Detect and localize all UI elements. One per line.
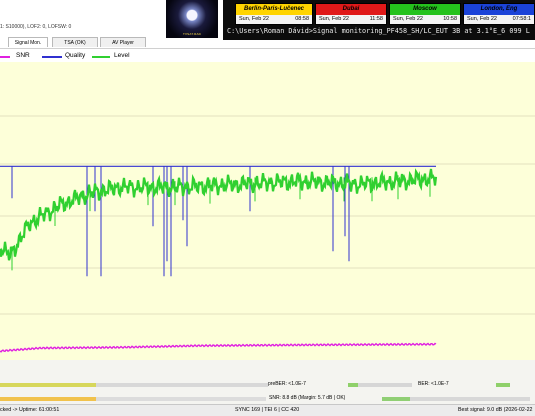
clock-row: Sun, Feb 22 10:58: [390, 15, 460, 24]
tab-tsa[interactable]: TSA (OK): [52, 37, 98, 47]
clock-city: Moscow: [390, 4, 460, 15]
clock-city: Berlin-Paris-Lučenec: [236, 4, 312, 15]
clock-row: Sun, Feb 22 08:58: [236, 15, 312, 24]
tab-av-player[interactable]: AV Player: [100, 37, 146, 47]
chart-legend: SNR Quality Level: [0, 48, 535, 63]
status-bar-gray4: [410, 397, 530, 401]
clock-berlin: Berlin-Paris-Lučenec Sun, Feb 22 08:58: [235, 3, 313, 25]
quality-swatch: [42, 56, 62, 58]
legend-level: Level: [114, 52, 130, 59]
status-footer: cked -> Uptime: 61:00:51 SYNC 169 | TEI …: [0, 404, 535, 416]
app-logo: TVSAT.RAD: [166, 0, 218, 38]
signal-chart: [0, 62, 535, 360]
clock-city: London, Eng: [464, 4, 534, 15]
clock-day: Sun, Feb 22: [467, 16, 497, 22]
preber-status: preBER: <1.0E-7: [268, 381, 306, 387]
clock-moscow: Moscow Sun, Feb 22 10:58: [389, 3, 461, 25]
status-bar-yellow: [0, 383, 96, 387]
legend-snr: SNR: [16, 52, 30, 59]
command-line: C:\Users\Roman Dávid>Signal monitoring_P…: [227, 27, 530, 35]
status-bar-green3: [382, 397, 410, 401]
clock-time: 11:58: [369, 16, 383, 22]
tab-label: Signal Mon.: [14, 40, 42, 46]
status-bar-orange: [0, 397, 96, 401]
status-bar-gray2: [358, 383, 412, 387]
status-bar-gray3: [96, 397, 266, 401]
tab-signal-mon[interactable]: Signal Mon.: [8, 37, 48, 47]
level-series: [0, 168, 438, 261]
snr-series: [0, 342, 437, 353]
tab-label: AV Player: [112, 40, 134, 46]
snr-swatch: [0, 56, 10, 58]
clock-dubai: Dubai Sun, Feb 22 11:58: [315, 3, 387, 25]
clock-day: Sun, Feb 22: [319, 16, 349, 22]
signal-chart-svg: [0, 115, 535, 353]
status-bar-gray: [96, 383, 268, 387]
clock-row: Sun, Feb 22 11:58: [316, 15, 386, 24]
ber-status: BER: <1.0E-7: [418, 381, 449, 387]
clock-time: 10:58: [443, 16, 457, 22]
clock-london: London, Eng Sun, Feb 22 07:58:1: [463, 3, 535, 25]
status-bar-green: [348, 383, 358, 387]
clock-day: Sun, Feb 22: [393, 16, 423, 22]
tab-label: TSA (OK): [64, 40, 86, 46]
lnb-info-text: 1: S10000), LOF2: 0, LOFSW: 0: [0, 24, 72, 30]
clock-city: Dubai: [316, 4, 386, 15]
clock-day: Sun, Feb 22: [239, 16, 269, 22]
snr-status: SNR: 8.8 dB (Margin: 5.7 dB | OK): [269, 395, 346, 401]
clock-time: 07:58:1: [512, 16, 531, 22]
level-swatch: [92, 56, 110, 58]
logo-text: TVSAT.RAD: [182, 32, 202, 36]
world-clock-window: Berlin-Paris-Lučenec Sun, Feb 22 08:58 D…: [223, 0, 535, 40]
best-signal-text: Best signal: 9.0 dB (2026-02-22: [458, 407, 533, 413]
sync-text: SYNC 169 | TEI 6 | CC 420: [235, 407, 300, 413]
clock-time: 08:58: [295, 16, 309, 22]
legend-quality: Quality: [65, 52, 86, 59]
uptime-text: cked -> Uptime: 61:00:51: [0, 407, 60, 413]
clock-row: Sun, Feb 22 07:58:1: [464, 15, 534, 24]
status-bar-green2: [496, 383, 510, 387]
